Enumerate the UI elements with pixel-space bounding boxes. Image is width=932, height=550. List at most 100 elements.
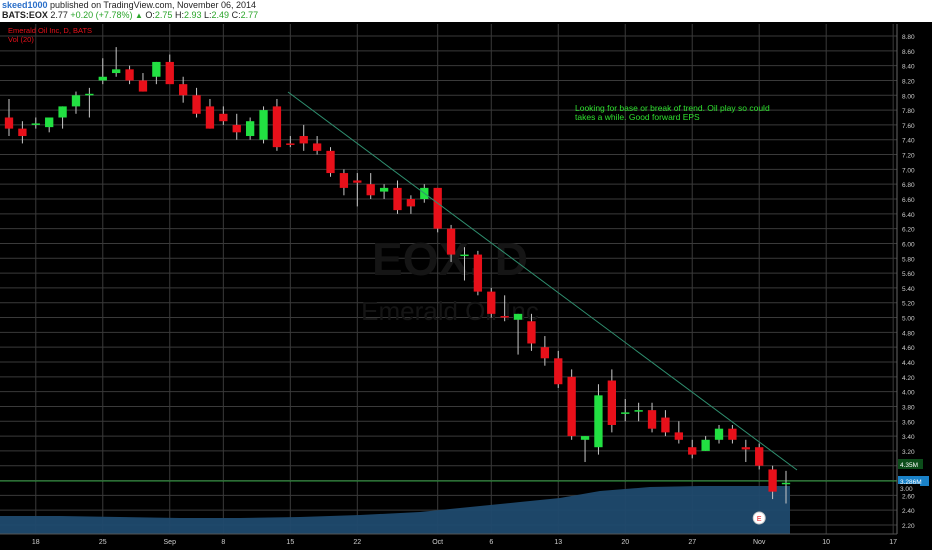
candle-body bbox=[500, 316, 509, 318]
price-chart[interactable]: EOX, DEmerald Oil Inc Looking for base o… bbox=[0, 0, 932, 550]
y-tick-label: 6.80 bbox=[902, 182, 915, 189]
y-tick-label: 6.00 bbox=[902, 241, 915, 248]
candle-body bbox=[661, 417, 670, 433]
y-tick-label: 5.00 bbox=[902, 316, 915, 323]
chart-title: Emerald Oil Inc, D, BATS bbox=[8, 26, 92, 35]
candle-body bbox=[259, 110, 268, 140]
candle-body bbox=[473, 254, 483, 292]
x-tick-label: 10 bbox=[822, 539, 830, 546]
candle-body bbox=[527, 321, 536, 344]
candle-body bbox=[85, 93, 94, 96]
candle-body bbox=[567, 376, 576, 437]
candle-body bbox=[98, 76, 107, 81]
candle-body bbox=[433, 187, 442, 229]
candle-body bbox=[768, 469, 777, 492]
y-tick-label: 3.60 bbox=[902, 419, 915, 426]
y-tick-label: 5.80 bbox=[902, 256, 915, 263]
candle-body bbox=[580, 436, 590, 440]
candle-body bbox=[353, 180, 362, 183]
candle-body bbox=[406, 199, 416, 207]
candle-body bbox=[192, 95, 201, 114]
candle-body bbox=[741, 447, 750, 450]
price-label: 3.00 bbox=[900, 486, 913, 493]
candle-body bbox=[647, 410, 657, 429]
y-tick-label: 5.60 bbox=[902, 271, 915, 278]
y-tick-label: 2.40 bbox=[902, 508, 915, 515]
x-tick-label: Oct bbox=[432, 539, 443, 546]
y-tick-label: 5.20 bbox=[902, 301, 915, 308]
candle-body bbox=[125, 69, 134, 81]
candle-body bbox=[621, 412, 630, 414]
candle-body bbox=[31, 123, 40, 125]
candle-body bbox=[299, 136, 308, 144]
candle-body bbox=[728, 428, 737, 440]
y-tick-label: 8.00 bbox=[902, 93, 915, 100]
x-tick-label: 8 bbox=[221, 539, 225, 546]
y-tick-label: 4.00 bbox=[902, 390, 915, 397]
candle-body bbox=[487, 291, 496, 314]
y-tick-label: 5.40 bbox=[902, 286, 915, 293]
y-tick-label: 7.60 bbox=[902, 123, 915, 130]
candle-body bbox=[688, 447, 697, 455]
candle-body bbox=[607, 380, 616, 425]
annotation-text: takes a while. Good forward EPS bbox=[575, 112, 700, 122]
candle-body bbox=[232, 124, 241, 133]
y-tick-label: 3.20 bbox=[902, 449, 915, 456]
x-tick-label: Sep bbox=[164, 539, 177, 546]
y-tick-label: 7.80 bbox=[902, 108, 915, 115]
candle-body bbox=[4, 117, 14, 129]
candle-body bbox=[165, 61, 174, 85]
y-tick-label: 8.60 bbox=[902, 49, 915, 56]
candle-body bbox=[312, 143, 322, 151]
candle-body bbox=[45, 117, 54, 128]
chart-background bbox=[0, 22, 932, 550]
candle-body bbox=[714, 428, 724, 440]
y-tick-label: 6.20 bbox=[902, 227, 915, 234]
volume-indicator-label: Vol (20) bbox=[8, 35, 34, 44]
candle-body bbox=[179, 84, 188, 96]
y-tick-label: 7.40 bbox=[902, 138, 915, 145]
x-tick-label: 18 bbox=[32, 539, 40, 546]
candle-body bbox=[18, 128, 27, 137]
watermark-name: Emerald Oil Inc bbox=[361, 296, 539, 326]
candle-body bbox=[781, 482, 791, 485]
y-tick-label: 7.20 bbox=[902, 153, 915, 160]
y-tick-label: 6.60 bbox=[902, 197, 915, 204]
candle-body bbox=[513, 313, 523, 320]
x-tick-label: 25 bbox=[99, 539, 107, 546]
y-tick-label: 8.20 bbox=[902, 78, 915, 85]
x-tick-label: 20 bbox=[621, 539, 629, 546]
candle-body bbox=[205, 106, 215, 129]
candle-body bbox=[594, 395, 603, 448]
candle-body bbox=[379, 187, 389, 192]
y-tick-label: 7.00 bbox=[902, 167, 915, 174]
candle-body bbox=[674, 432, 683, 440]
candle-body bbox=[701, 439, 710, 451]
x-tick-label: 15 bbox=[286, 539, 294, 546]
candle-body bbox=[460, 254, 469, 257]
earnings-marker-label: E bbox=[757, 516, 762, 523]
y-tick-label: 6.40 bbox=[902, 212, 915, 219]
candle-body bbox=[58, 106, 67, 118]
candle-body bbox=[138, 80, 148, 92]
candle-body bbox=[339, 173, 349, 188]
candle-body bbox=[393, 187, 402, 211]
x-tick-label: 6 bbox=[489, 539, 493, 546]
candle-body bbox=[219, 113, 228, 122]
candle-body bbox=[554, 358, 563, 385]
x-tick-label: 27 bbox=[688, 539, 696, 546]
y-tick-label: 8.40 bbox=[902, 64, 915, 71]
volume-max-label: 4.35M bbox=[900, 462, 918, 469]
y-tick-label: 3.80 bbox=[902, 404, 915, 411]
candle-body bbox=[272, 106, 282, 148]
candle-body bbox=[71, 95, 81, 107]
y-tick-label: 4.60 bbox=[902, 345, 915, 352]
candle-body bbox=[326, 150, 335, 174]
candle-body bbox=[286, 143, 295, 145]
candle-body bbox=[152, 61, 161, 77]
candle-body bbox=[446, 228, 456, 255]
y-tick-label: 4.80 bbox=[902, 330, 915, 337]
candle-body bbox=[112, 69, 121, 74]
candle-body bbox=[634, 410, 643, 412]
candle-body bbox=[540, 347, 550, 359]
